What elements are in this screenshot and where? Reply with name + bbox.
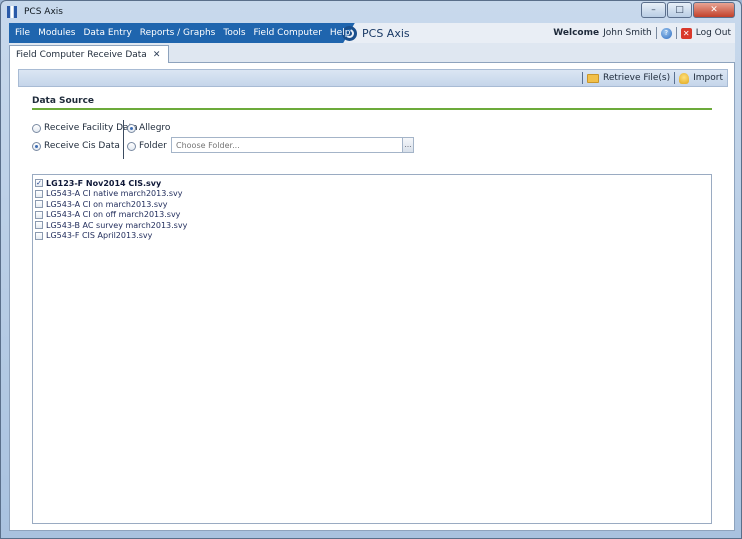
radio-button[interactable] [32,141,41,151]
list-item[interactable]: LG543-F CIS April2013.svy [35,231,709,242]
close-window-button[interactable]: ✕ [693,2,735,18]
content-panel: Retrieve File(s) Import Data Source Rece… [9,63,735,531]
minimize-button[interactable]: – [641,2,666,18]
file-name: LG123-F Nov2014 CIS.svy [46,178,162,188]
file-list[interactable]: ✓ LG123-F Nov2014 CIS.svy LG543-A CI nat… [32,174,712,524]
file-checkbox[interactable] [35,231,43,240]
menu-modules[interactable]: Modules [34,28,79,38]
divider [655,27,657,39]
file-name: LG543-F CIS April2013.svy [46,231,153,241]
main-menu: File Modules Data Entry Reports / Graphs… [9,23,350,43]
file-name: LG543-A CI on off march2013.svy [46,210,181,220]
radio-allegro[interactable]: Allegro [127,123,170,133]
list-item[interactable]: LG543-A CI on off march2013.svy [35,210,709,221]
logout-link[interactable]: Log Out [696,28,731,38]
divider [674,72,676,84]
file-name: LG543-A CI on march2013.svy [46,199,168,209]
menu-data-entry[interactable]: Data Entry [79,28,135,38]
section-divider [32,108,712,110]
tab-close-icon[interactable]: ✕ [153,50,161,60]
menu-tools[interactable]: Tools [219,28,249,38]
file-name: LG543-A CI native march2013.svy [46,189,183,199]
list-item[interactable]: ✓ LG123-F Nov2014 CIS.svy [35,178,709,189]
menu-file[interactable]: File [11,28,34,38]
list-item[interactable]: LG543-A CI native march2013.svy [35,189,709,200]
title-bar: PCS Axis – □ ✕ [1,1,741,22]
section-title: Data Source [32,96,95,106]
radio-receive-facility-data[interactable]: Receive Facility Data [32,123,138,133]
help-icon[interactable]: ? [660,27,672,39]
radio-label: Folder [139,141,167,151]
file-checkbox[interactable] [35,221,43,230]
radio-receive-cis-data[interactable]: Receive Cis Data [32,141,120,151]
radio-button[interactable] [127,141,136,151]
choose-folder-input[interactable] [171,137,403,153]
retrieve-files-button[interactable]: Retrieve File(s) [603,73,670,83]
file-name: LG543-B AC survey march2013.svy [46,220,188,230]
radio-label: Receive Cis Data [44,141,120,151]
list-item[interactable]: LG543-B AC survey march2013.svy [35,220,709,231]
tab-field-computer-receive-data[interactable]: Field Computer Receive Data ✕ [9,45,170,63]
divider [675,27,677,39]
tab-strip: Field Computer Receive Data ✕ [9,43,735,63]
file-checkbox[interactable]: ✓ [35,179,43,188]
window-controls: – □ ✕ [641,2,735,18]
welcome-label: Welcome [553,28,600,38]
vertical-divider [123,120,124,159]
file-checkbox[interactable] [35,210,43,219]
maximize-button[interactable]: □ [667,2,692,18]
file-checkbox[interactable] [35,200,43,209]
radio-button[interactable] [127,123,136,133]
radio-button[interactable] [32,123,41,133]
tab-label: Field Computer Receive Data [16,49,147,60]
file-checkbox[interactable] [35,189,43,198]
user-area: Welcome John Smith ? ✕ Log Out [553,23,731,43]
radio-folder[interactable]: Folder [127,141,167,151]
menu-bar: File Modules Data Entry Reports / Graphs… [9,23,735,43]
brand-name: PCS Axis [362,26,410,40]
choose-folder-dropdown-button[interactable]: … [402,137,414,153]
toolbar: Retrieve File(s) Import [18,69,728,87]
app-window: PCS Axis – □ ✕ File Modules Data Entry R… [0,0,742,539]
import-button[interactable]: Import [693,73,723,83]
import-icon[interactable] [679,72,690,84]
folder-icon[interactable] [586,73,599,83]
menu-reports-graphs[interactable]: Reports / Graphs [136,28,220,38]
user-name: John Smith [603,28,652,38]
app-icon [7,5,19,18]
divider [581,72,583,84]
radio-label: Allegro [139,123,171,133]
logout-icon[interactable]: ✕ [680,27,692,39]
list-item[interactable]: LG543-A CI on march2013.svy [35,199,709,210]
window-title: PCS Axis [24,6,63,17]
menu-field-computer[interactable]: Field Computer [250,28,326,38]
menu-help[interactable]: Help [326,28,355,38]
